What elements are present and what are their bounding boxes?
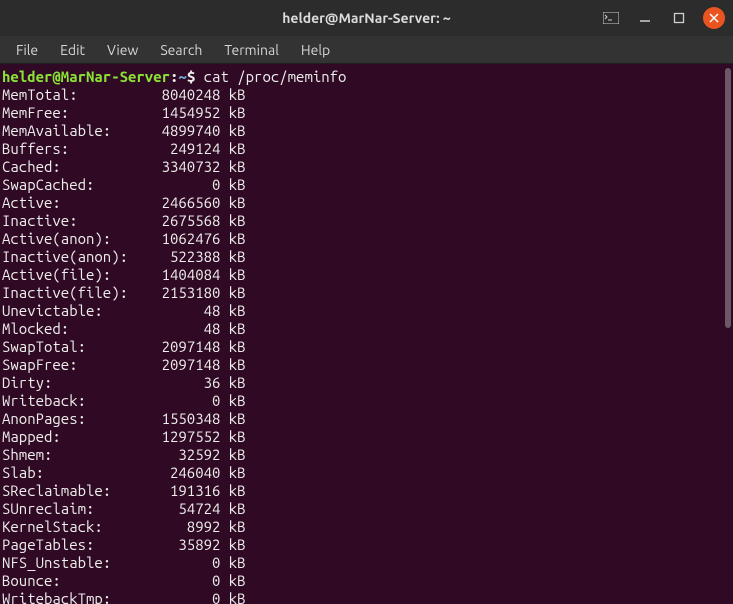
meminfo-line: MemTotal: 8040248 kB	[2, 86, 731, 104]
meminfo-line: Inactive(file): 2153180 kB	[2, 284, 731, 302]
menu-file[interactable]: File	[6, 39, 48, 61]
meminfo-line: NFS_Unstable: 0 kB	[2, 554, 731, 572]
meminfo-line: Buffers: 249124 kB	[2, 140, 731, 158]
meminfo-line: Writeback: 0 kB	[2, 392, 731, 410]
meminfo-line: PageTables: 35892 kB	[2, 536, 731, 554]
meminfo-line: Active: 2466560 kB	[2, 194, 731, 212]
scrollbar-thumb[interactable]	[725, 68, 731, 328]
window-controls	[601, 0, 725, 36]
menu-search[interactable]: Search	[150, 39, 212, 61]
terminal-area[interactable]: helder@MarNar-Server:~$ cat /proc/meminf…	[0, 64, 733, 604]
meminfo-line: Mlocked: 48 kB	[2, 320, 731, 338]
menubar: File Edit View Search Terminal Help	[0, 36, 733, 64]
prompt-line: helder@MarNar-Server:~$ cat /proc/meminf…	[2, 68, 731, 86]
meminfo-line: WritebackTmp: 0 kB	[2, 590, 731, 604]
meminfo-line: Cached: 3340732 kB	[2, 158, 731, 176]
meminfo-line: AnonPages: 1550348 kB	[2, 410, 731, 428]
menu-help[interactable]: Help	[291, 39, 340, 61]
menu-view[interactable]: View	[97, 39, 148, 61]
meminfo-line: SReclaimable: 191316 kB	[2, 482, 731, 500]
terminal-window: helder@MarNar-Server: ~ File Edit View S…	[0, 0, 733, 604]
meminfo-line: Shmem: 32592 kB	[2, 446, 731, 464]
meminfo-line: Inactive: 2675568 kB	[2, 212, 731, 230]
meminfo-line: SUnreclaim: 54724 kB	[2, 500, 731, 518]
meminfo-line: Mapped: 1297552 kB	[2, 428, 731, 446]
meminfo-line: MemAvailable: 4899740 kB	[2, 122, 731, 140]
prompt-path: ~	[178, 68, 186, 85]
meminfo-line: Bounce: 0 kB	[2, 572, 731, 590]
command-text: cat /proc/meminfo	[204, 68, 347, 85]
meminfo-line: Slab: 246040 kB	[2, 464, 731, 482]
meminfo-line: Inactive(anon): 522388 kB	[2, 248, 731, 266]
prompt-dollar: $	[187, 68, 204, 85]
minimize-icon[interactable]	[635, 8, 655, 28]
titlebar[interactable]: helder@MarNar-Server: ~	[0, 0, 733, 36]
meminfo-line: SwapFree: 2097148 kB	[2, 356, 731, 374]
prompt-user-host: helder@MarNar-Server	[2, 68, 170, 85]
menu-terminal[interactable]: Terminal	[214, 39, 289, 61]
meminfo-line: Active(anon): 1062476 kB	[2, 230, 731, 248]
menu-edit[interactable]: Edit	[50, 39, 95, 61]
meminfo-line: SwapCached: 0 kB	[2, 176, 731, 194]
window-title: helder@MarNar-Server: ~	[282, 10, 451, 26]
close-icon[interactable]	[703, 7, 725, 29]
meminfo-line: Dirty: 36 kB	[2, 374, 731, 392]
maximize-icon[interactable]	[669, 8, 689, 28]
meminfo-line: Active(file): 1404084 kB	[2, 266, 731, 284]
terminal-launcher-icon[interactable]	[601, 8, 621, 28]
meminfo-line: KernelStack: 8992 kB	[2, 518, 731, 536]
scrollbar-track[interactable]	[723, 64, 733, 604]
meminfo-line: Unevictable: 48 kB	[2, 302, 731, 320]
meminfo-line: SwapTotal: 2097148 kB	[2, 338, 731, 356]
meminfo-line: MemFree: 1454952 kB	[2, 104, 731, 122]
terminal-content[interactable]: helder@MarNar-Server:~$ cat /proc/meminf…	[0, 64, 733, 604]
